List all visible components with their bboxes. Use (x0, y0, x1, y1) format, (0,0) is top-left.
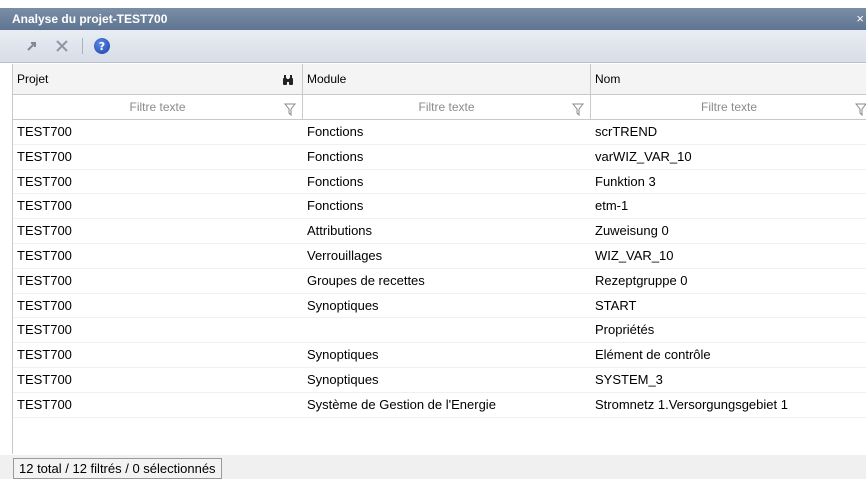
cell-module: Fonctions (307, 198, 364, 214)
filter-input-nom[interactable]: Filtre texte (591, 95, 866, 119)
filter-placeholder: Filtre texte (129, 100, 186, 114)
cell-projet: TEST700 (17, 371, 72, 387)
cell-nom: Elément de contrôle (595, 347, 711, 363)
filter-row: Filtre texte Filtre texte Filtre texte (13, 95, 866, 120)
table-row[interactable]: TEST700 Attributions Zuweisung 0 (13, 219, 866, 244)
cell-module (303, 318, 591, 341)
cell-nom: START (595, 297, 637, 313)
cell-module: Fonctions (307, 124, 364, 139)
cell-projet: TEST700 (17, 198, 72, 214)
cell-module: Système de Gestion de l'Energie (307, 396, 496, 412)
table-row[interactable]: TEST700 Verrouillages WIZ_VAR_10 (13, 244, 866, 269)
cell-nom: varWIZ_VAR_10 (595, 148, 692, 164)
table-row[interactable]: TEST700 Synoptiques START (13, 294, 866, 319)
cell-nom: Rezeptgruppe 0 (595, 272, 688, 288)
cell-nom: scrTREND (595, 124, 658, 139)
help-icon[interactable]: ? (92, 36, 112, 56)
cell-projet: TEST700 (17, 247, 72, 263)
column-label: Nom (595, 72, 621, 86)
cell-nom: Stromnetz 1.Versorgungsgebiet 1 (595, 396, 788, 412)
cell-nom: WIZ_VAR_10 (595, 247, 674, 263)
cell-nom: SYSTEM_3 (595, 371, 663, 387)
table-row[interactable]: TEST700 Fonctions scrTREND (13, 120, 866, 145)
filter-placeholder: Filtre texte (418, 100, 475, 114)
cell-nom: Funktion 3 (595, 173, 656, 189)
cell-module: Synoptiques (307, 297, 379, 313)
cell-nom: etm-1 (595, 198, 629, 214)
column-header-projet[interactable]: Projet (13, 64, 303, 94)
cell-module: Verrouillages (307, 247, 383, 263)
toolbar: ? (0, 30, 866, 63)
title-bar: Analyse du projet-TEST700 × (0, 8, 866, 30)
cell-projet: TEST700 (17, 148, 72, 164)
cell-module: Fonctions (307, 173, 364, 189)
cell-module: Groupes de recettes (307, 272, 425, 288)
column-label: Projet (17, 72, 49, 86)
filter-placeholder: Filtre texte (700, 100, 757, 114)
table-row[interactable]: TEST700 Synoptiques SYSTEM_3 (13, 368, 866, 393)
column-header-nom[interactable]: Nom (591, 64, 866, 94)
cell-projet: TEST700 (17, 223, 72, 239)
filter-input-projet[interactable]: Filtre texte (13, 95, 303, 119)
table-row[interactable]: TEST700 Fonctions etm-1 (13, 194, 866, 220)
table-row[interactable]: TEST700 Propriétés (13, 318, 866, 344)
table-row[interactable]: TEST700 Groupes de recettes Rezeptgruppe… (13, 269, 866, 294)
cell-projet: TEST700 (17, 347, 72, 363)
window-title: Analyse du projet-TEST700 (12, 12, 168, 26)
cell-module: Fonctions (307, 148, 364, 164)
cell-module: Attributions (307, 223, 373, 239)
table-row[interactable]: TEST700 Fonctions varWIZ_VAR_10 (13, 145, 866, 170)
close-icon[interactable]: × (856, 8, 864, 30)
delete-x-icon[interactable] (52, 36, 72, 56)
cell-projet: TEST700 (17, 173, 72, 189)
cell-projet: TEST700 (17, 297, 72, 313)
filter-input-module[interactable]: Filtre texte (303, 95, 591, 119)
cell-projet: TEST700 (17, 124, 72, 139)
status-count: 12 total / 12 filtrés / 0 sélectionnés (13, 458, 222, 479)
toolbar-separator (82, 38, 83, 54)
cell-projet: TEST700 (17, 272, 72, 288)
grid-rows: TEST700 Fonctions scrTREND TEST700 Fonct… (13, 120, 866, 418)
table-row[interactable]: TEST700 Fonctions Funktion 3 (13, 170, 866, 195)
binoculars-icon[interactable] (282, 64, 294, 94)
column-header-module[interactable]: Module (303, 64, 591, 94)
cell-module: Synoptiques (307, 371, 379, 387)
table-row[interactable]: TEST700 Système de Gestion de l'Energie … (13, 393, 866, 418)
column-label: Module (307, 72, 347, 86)
table-row[interactable]: TEST700 Synoptiques Elément de contrôle (13, 343, 866, 368)
grid-header: Projet Module Nom (13, 64, 866, 95)
cell-projet: TEST700 (17, 322, 72, 338)
cell-projet: TEST700 (17, 396, 72, 412)
results-grid: Projet Module Nom Filtre texte Filtre te… (12, 64, 866, 454)
cell-nom: Propriétés (595, 322, 655, 338)
analysis-window: Analyse du projet-TEST700 × ? Projet Mod… (0, 0, 866, 479)
cell-module: Synoptiques (307, 347, 379, 363)
cell-nom: Zuweisung 0 (595, 223, 669, 239)
jump-arrow-icon[interactable] (22, 36, 42, 56)
